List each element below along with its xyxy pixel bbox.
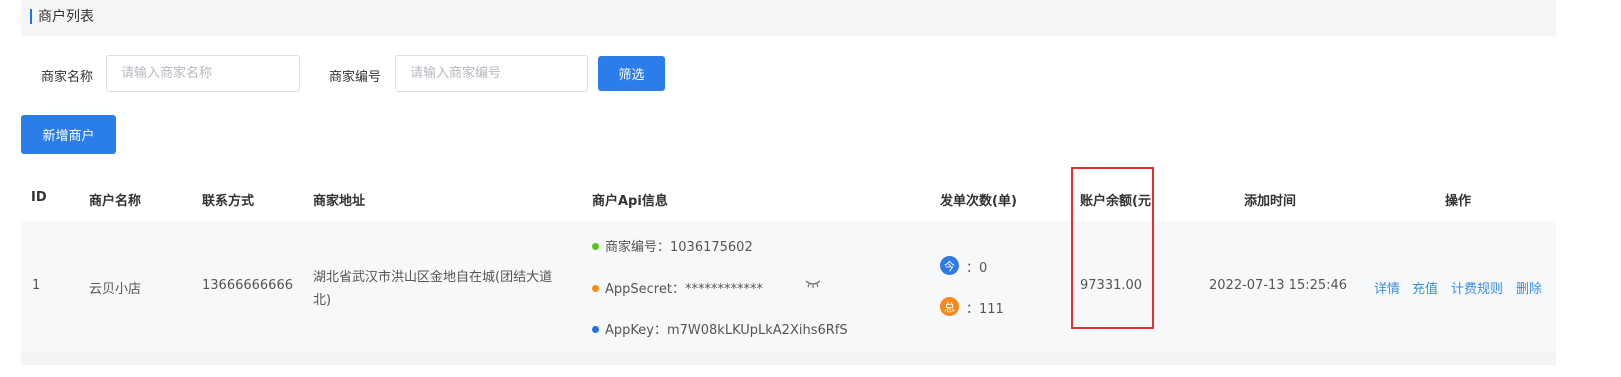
left-strip bbox=[0, 0, 21, 377]
table-row-next bbox=[21, 351, 1556, 365]
api-secret-text: AppSecret：************ bbox=[605, 282, 763, 297]
api-merchant-code: 商家编号：1036175602 bbox=[592, 236, 753, 255]
panel-header: 商户列表 bbox=[21, 0, 1556, 36]
cell-address-line1: 湖北省武汉市洪山区金地自在城(团结大道 bbox=[313, 270, 553, 285]
api-key: AppKey：m7W08kLKUpLkA2Xihs6RfS bbox=[592, 319, 848, 338]
add-merchant-button[interactable]: 新增商户 bbox=[21, 115, 116, 154]
balance-highlight-box bbox=[1071, 167, 1154, 329]
api-secret: AppSecret：************ bbox=[592, 278, 763, 297]
api-merchant-code-text: 商家编号：1036175602 bbox=[605, 240, 753, 255]
column-header-created-at: 添加时间 bbox=[1244, 194, 1297, 209]
delete-link[interactable]: 删除 bbox=[1516, 278, 1542, 297]
cell-id: 1 bbox=[32, 278, 41, 293]
column-header-order-count: 发单次数(单) bbox=[940, 194, 1017, 209]
detail-link[interactable]: 详情 bbox=[1374, 278, 1400, 297]
api-key-text: AppKey：m7W08kLKUpLkA2Xihs6RfS bbox=[605, 323, 848, 338]
cell-merchant-name: 云贝小店 bbox=[89, 282, 142, 297]
merchant-name-input[interactable] bbox=[106, 55, 300, 92]
eye-closed-icon[interactable] bbox=[805, 279, 821, 289]
today-badge-icon: 今 bbox=[940, 256, 959, 275]
title-accent-bar bbox=[30, 9, 32, 24]
cell-phone: 13666666666 bbox=[202, 278, 293, 293]
recharge-link[interactable]: 充值 bbox=[1412, 278, 1438, 297]
column-header-name: 商户名称 bbox=[89, 194, 142, 209]
today-order-count: ：0 bbox=[966, 261, 988, 276]
cell-address-line2: 北) bbox=[313, 293, 332, 308]
merchant-code-label: 商家编号 bbox=[329, 70, 382, 85]
total-order-count: ：111 bbox=[966, 302, 1004, 317]
column-header-operations: 操作 bbox=[1445, 194, 1472, 209]
column-header-id: ID bbox=[31, 190, 47, 205]
column-header-contact: 联系方式 bbox=[202, 194, 255, 209]
column-header-api-info: 商户Api信息 bbox=[592, 194, 668, 209]
green-dot-icon bbox=[592, 243, 599, 250]
billing-rules-link[interactable]: 计费规则 bbox=[1451, 278, 1503, 297]
page-title: 商户列表 bbox=[38, 9, 94, 25]
column-header-address: 商家地址 bbox=[313, 194, 366, 209]
merchant-code-input[interactable] bbox=[395, 55, 588, 92]
cell-created-at: 2022-07-13 15:25:46 bbox=[1209, 278, 1348, 293]
merchant-name-label: 商家名称 bbox=[41, 70, 94, 85]
blue-dot-icon bbox=[592, 326, 599, 333]
orange-dot-icon bbox=[592, 285, 599, 292]
total-badge-icon: 总 bbox=[940, 297, 959, 316]
filter-button[interactable]: 筛选 bbox=[598, 56, 665, 91]
